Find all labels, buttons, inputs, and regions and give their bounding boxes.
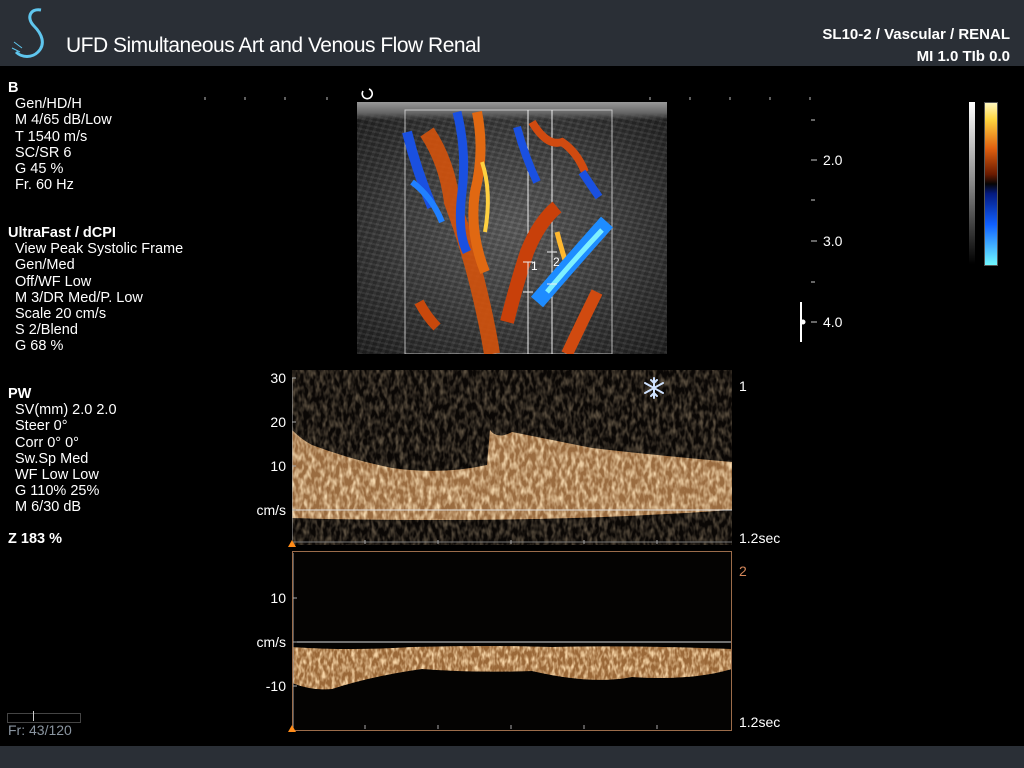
param-line: Sw.Sp Med — [15, 450, 89, 467]
probe-preset: SL10-2 / Vascular / RENAL — [822, 26, 1010, 43]
pw-mode-params: PW SV(mm) 2.0 2.0 Steer 0° Corr 0° 0° Sw… — [8, 386, 117, 516]
depth-label: 4.0 — [823, 314, 843, 330]
param-line: SC/SR 6 — [15, 144, 72, 161]
frame-counter: Fr: 43/120 — [8, 722, 72, 738]
zoom-readout: Z 183 % — [8, 531, 62, 547]
doppler-spectrum-1[interactable] — [292, 370, 732, 545]
mi-tib-readout: MI 1.0 TIb 0.0 — [916, 48, 1010, 65]
depth-label: 3.0 — [823, 233, 843, 249]
ultrasound-image[interactable]: 1 2 — [357, 102, 667, 354]
pw-mode-label: PW — [8, 386, 32, 402]
color-mode-label: UltraFast / dCPI — [8, 225, 116, 241]
header-bar: UFD Simultaneous Art and Venous Flow Ren… — [0, 0, 1024, 66]
baseline-marker-icon — [288, 540, 296, 547]
param-line: Scale 20 cm/s — [15, 306, 107, 323]
param-line: Gen/HD/H — [15, 96, 82, 113]
spectrum-2-gate-label: 2 — [739, 563, 747, 579]
scan-direction-icon — [361, 88, 373, 100]
param-line: SV(mm) 2.0 2.0 — [15, 402, 117, 419]
brand-logo-icon — [11, 8, 44, 58]
param-line: M 3/DR Med/P. Low — [15, 289, 143, 306]
grayscale-map — [969, 102, 975, 264]
param-line: S 2/Blend — [15, 322, 78, 339]
preset-title: UFD Simultaneous Art and Venous Flow Ren… — [66, 34, 481, 57]
param-line: G 68 % — [15, 338, 64, 355]
param-line: Fr. 60 Hz — [15, 177, 74, 194]
b-mode-params: B Gen/HD/H M 4/65 dB/Low T 1540 m/s SC/S… — [8, 80, 112, 193]
snowflake-icon — [644, 377, 664, 399]
velocity-axis-label: 10 — [270, 590, 286, 606]
param-line: G 110% 25% — [15, 483, 100, 500]
color-flow-overlay: 1 2 — [402, 109, 613, 354]
velocity-axis-label: 20 — [270, 414, 286, 430]
footer-bar — [0, 746, 1024, 768]
param-line: Gen/Med — [15, 257, 75, 274]
velocity-unit-label: cm/s — [256, 502, 286, 518]
param-line: T 1540 m/s — [15, 128, 88, 145]
param-line: Corr 0° 0° — [15, 434, 79, 451]
cine-position-handle[interactable] — [33, 711, 34, 721]
sweep-time-label: 1.2sec — [739, 530, 781, 546]
b-mode-label: B — [8, 80, 19, 96]
param-line: G 45 % — [15, 161, 64, 178]
sweep-time-label: 1.2sec — [739, 714, 781, 730]
spectrum-1-gate-label: 1 — [739, 378, 747, 394]
color-velocity-map — [984, 102, 998, 266]
depth-label: 2.0 — [823, 152, 843, 168]
velocity-unit-label: cm/s — [256, 634, 286, 650]
color-mode-params: UltraFast / dCPI View Peak Systolic Fram… — [8, 225, 183, 355]
probe-info: SL10-2 / Vascular / RENAL MI 1.0 TIb 0.0 — [822, 24, 1010, 68]
baseline-marker-icon — [288, 725, 296, 732]
depth-scale — [800, 119, 817, 342]
param-line: View Peak Systolic Frame — [15, 241, 184, 258]
doppler-spectrum-2[interactable] — [292, 551, 732, 731]
param-line: M 6/30 dB — [15, 499, 82, 516]
velocity-axis-label: -10 — [265, 678, 286, 694]
param-line: WF Low Low — [15, 467, 99, 484]
param-line: Steer 0° — [15, 418, 68, 435]
param-line: M 4/65 dB/Low — [15, 112, 112, 129]
velocity-axis-label: 30 — [270, 370, 286, 386]
gate-1-label: 1 — [531, 259, 538, 273]
gate-2-label: 2 — [553, 255, 560, 269]
velocity-axis-label: 10 — [270, 458, 286, 474]
param-line: Off/WF Low — [15, 273, 92, 290]
